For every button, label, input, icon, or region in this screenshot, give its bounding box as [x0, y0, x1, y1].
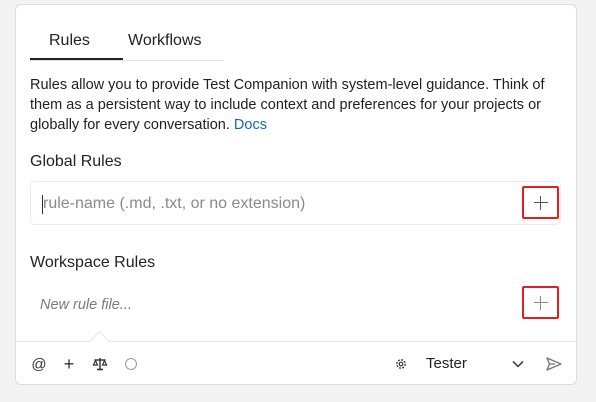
- gear-icon: [396, 359, 406, 369]
- rules-description: Rules allow you to provide Test Companio…: [30, 75, 570, 135]
- add-global-rule-button[interactable]: [522, 186, 559, 219]
- status-toggle-button[interactable]: [122, 352, 140, 376]
- add-workspace-rule-button[interactable]: [522, 286, 559, 319]
- new-workspace-rule-input[interactable]: New rule file...: [40, 297, 440, 313]
- add-context-button[interactable]: +: [60, 352, 78, 376]
- plus-icon: [533, 195, 548, 210]
- send-button[interactable]: [542, 352, 566, 376]
- model-selector[interactable]: Tester: [426, 355, 467, 372]
- tab-rules[interactable]: Rules: [49, 32, 90, 50]
- global-rule-name-input[interactable]: [41, 190, 515, 218]
- global-rules-title: Global Rules: [30, 153, 122, 170]
- at-icon: @: [31, 355, 47, 373]
- tab-workflows[interactable]: Workflows: [128, 32, 202, 50]
- model-dropdown-button[interactable]: [508, 352, 528, 376]
- plus-icon: [533, 295, 548, 310]
- description-text: Rules allow you to provide Test Companio…: [30, 77, 545, 133]
- chevron-down-icon: [512, 360, 524, 368]
- send-icon: [546, 357, 562, 371]
- circle-icon: [125, 358, 137, 370]
- active-tab-indicator: [30, 58, 123, 60]
- popover-pointer: [88, 330, 111, 353]
- chat-footer-toolbar: @ + Tester: [16, 330, 576, 386]
- scale-icon: [92, 358, 108, 371]
- rules-scale-button[interactable]: [88, 352, 112, 376]
- workspace-rules-title: Workspace Rules: [30, 254, 156, 271]
- text-cursor: [42, 195, 43, 214]
- rules-panel: Rules Workflows Rules allow you to provi…: [15, 4, 577, 385]
- plus-icon: +: [63, 353, 75, 374]
- docs-link[interactable]: Docs: [234, 117, 267, 133]
- global-rule-input-container: [30, 181, 561, 225]
- settings-button[interactable]: [390, 352, 412, 376]
- tab-bar: Rules Workflows: [30, 25, 224, 61]
- at-mention-button[interactable]: @: [30, 352, 48, 376]
